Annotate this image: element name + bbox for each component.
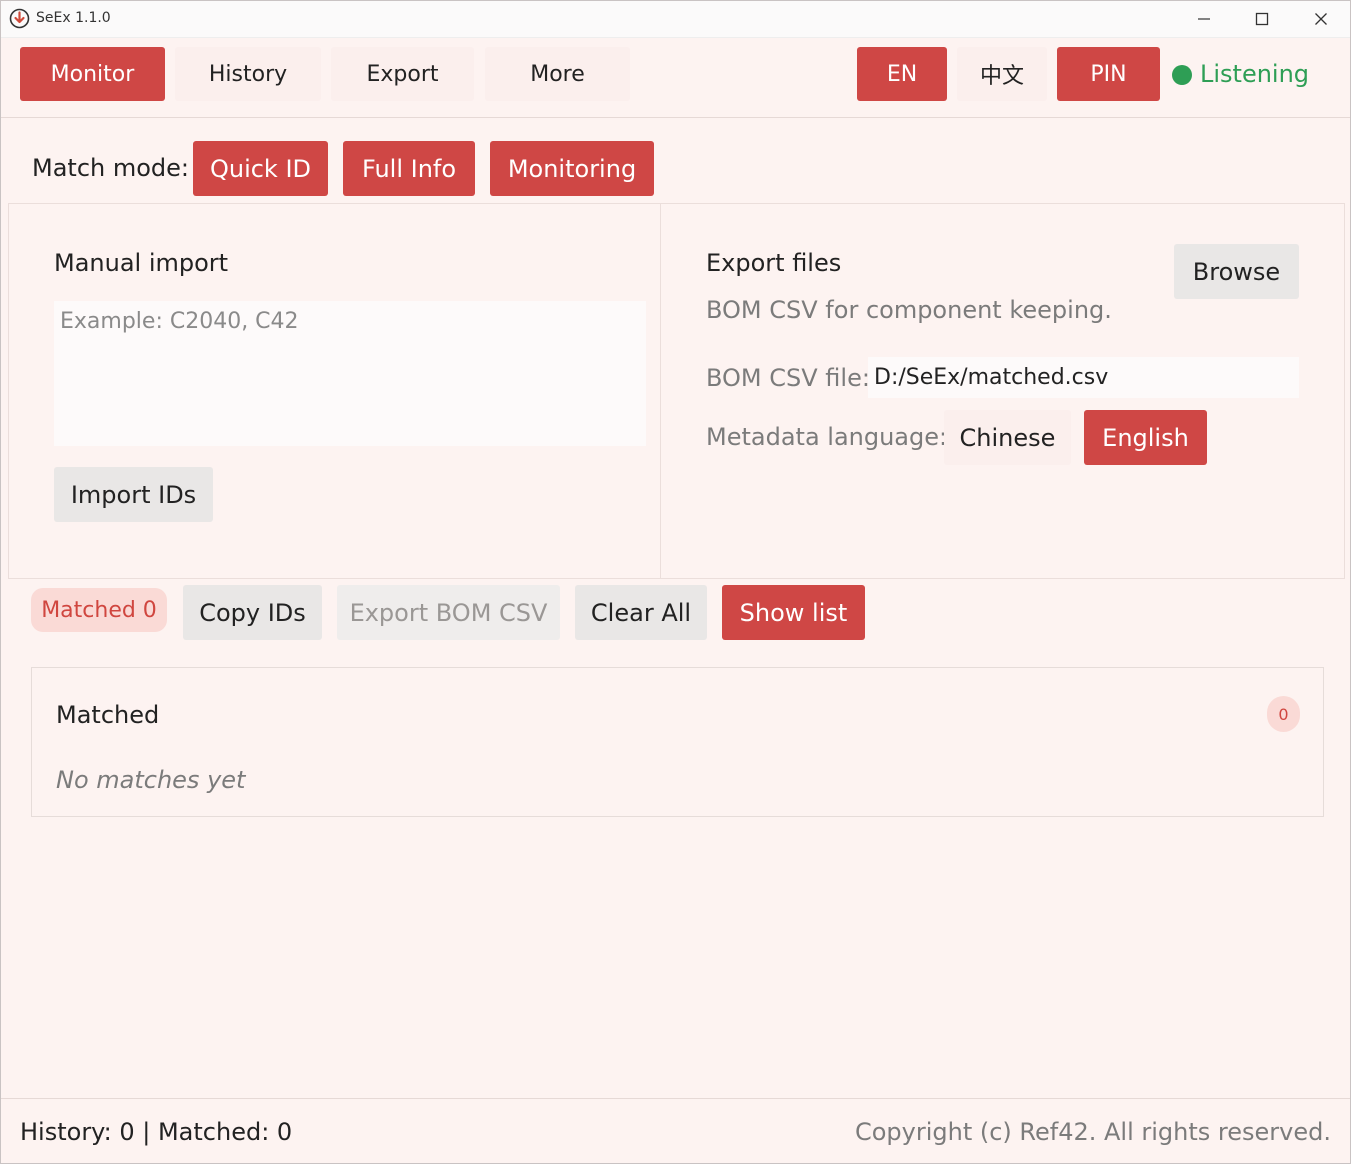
minimize-icon	[1198, 18, 1210, 20]
footer-copyright: Copyright (c) Ref42. All rights reserved…	[854, 1118, 1331, 1146]
app-logo-icon	[9, 8, 30, 29]
tab-history[interactable]: History	[175, 47, 321, 101]
match-mode-monitoring[interactable]: Monitoring	[490, 141, 654, 196]
close-button[interactable]	[1292, 0, 1350, 38]
matched-list-count-badge: 0	[1267, 696, 1300, 732]
match-mode-full-info[interactable]: Full Info	[343, 141, 475, 196]
manual-import-title: Manual import	[54, 249, 229, 277]
copy-ids-button[interactable]: Copy IDs	[183, 585, 322, 640]
metadata-language-english[interactable]: English	[1084, 410, 1207, 465]
bom-csv-file-label: BOM CSV file:	[706, 364, 870, 392]
panel-divider	[660, 203, 661, 579]
language-zh-button[interactable]: 中文	[957, 47, 1047, 101]
export-files-title: Export files	[706, 249, 842, 277]
empty-matches-text: No matches yet	[56, 766, 246, 794]
bom-csv-file-field[interactable]	[868, 357, 1299, 398]
import-ids-button[interactable]: Import IDs	[54, 467, 213, 522]
matched-list-title: Matched	[56, 701, 160, 729]
maximize-icon	[1255, 12, 1269, 26]
title-bar: SeEx 1.1.0	[0, 0, 1351, 38]
minimize-button[interactable]	[1175, 0, 1233, 38]
maximize-button[interactable]	[1233, 0, 1291, 38]
tab-export[interactable]: Export	[331, 47, 474, 101]
export-files-description: BOM CSV for component keeping.	[706, 296, 1112, 324]
pin-button[interactable]: PIN	[1057, 47, 1160, 101]
tab-more[interactable]: More	[485, 47, 630, 101]
export-bom-csv-button[interactable]: Export BOM CSV	[337, 585, 560, 640]
close-icon	[1315, 13, 1327, 25]
listening-status: Listening	[1200, 60, 1310, 88]
language-en-button[interactable]: EN	[857, 47, 947, 101]
match-mode-quick-id[interactable]: Quick ID	[193, 141, 328, 196]
metadata-language-chinese[interactable]: Chinese	[944, 410, 1071, 465]
footer-stats: History: 0 | Matched: 0	[20, 1118, 293, 1146]
match-mode-label: Match mode:	[32, 154, 190, 182]
matched-count-badge: Matched 0	[31, 588, 167, 632]
status-dot-icon	[1172, 65, 1192, 85]
metadata-language-label: Metadata language:	[706, 423, 948, 451]
tab-monitor[interactable]: Monitor	[20, 47, 165, 101]
show-list-button[interactable]: Show list	[722, 585, 865, 640]
window-title: SeEx 1.1.0	[36, 10, 111, 26]
matched-list-panel	[31, 667, 1324, 817]
browse-button[interactable]: Browse	[1174, 244, 1299, 299]
manual-import-input[interactable]	[54, 301, 646, 446]
clear-all-button[interactable]: Clear All	[575, 585, 707, 640]
